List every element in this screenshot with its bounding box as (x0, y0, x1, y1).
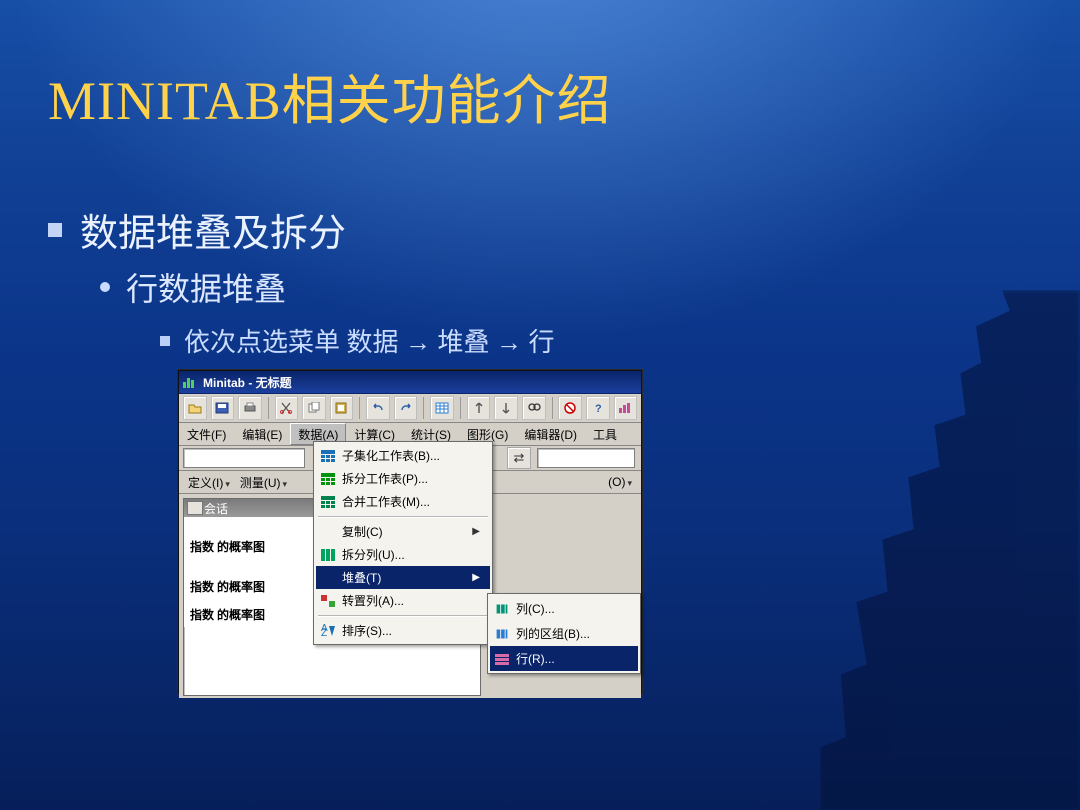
value-box[interactable] (537, 448, 635, 468)
arrow-up-button[interactable] (467, 396, 491, 420)
find-button[interactable] (522, 396, 546, 420)
merge-worksheet-icon (320, 494, 336, 510)
split-column-icon (320, 547, 336, 563)
submenu-item-rows[interactable]: 行(R)... (490, 646, 638, 671)
minitab-window: Minitab - 无标题 ? 文件(F) 编辑(E) (178, 370, 642, 694)
define-dropdown[interactable]: 定义(I)▾ (183, 471, 235, 494)
bullet-level-3: 依次点选菜单 数据 → 堆叠 → 行 (160, 322, 555, 359)
print-button[interactable] (238, 396, 262, 420)
submenu-label: 列(C)... (516, 600, 555, 617)
menuitem-label: 堆叠(T) (342, 569, 381, 586)
arrow-down-button[interactable] (494, 396, 518, 420)
arrow-icon: → (496, 327, 522, 357)
menuitem-label: 子集化工作表(B)... (342, 447, 440, 464)
column-blocks-icon (494, 626, 510, 642)
stack-submenu: 列(C)... 列的区组(B)... 行(R)... (487, 593, 641, 674)
swap-button[interactable]: ⇄ (507, 447, 531, 469)
worksheet-button[interactable] (430, 396, 454, 420)
toolbar-separator (552, 397, 553, 419)
open-button[interactable] (183, 396, 207, 420)
bullet1-text: 数据堆叠及拆分 (80, 202, 346, 257)
menu-separator (318, 516, 488, 517)
measure-dropdown[interactable]: 测量(U)▾ (235, 471, 292, 494)
copy-button[interactable] (302, 396, 326, 420)
dot-bullet-icon (100, 282, 110, 292)
titlebar[interactable]: Minitab - 无标题 (179, 371, 641, 394)
paste-button[interactable] (330, 396, 354, 420)
data-menu-dropdown: 子集化工作表(B)... 拆分工作表(P)... 合并工作表(M)... 复制(… (313, 441, 493, 645)
stop-button[interactable] (558, 396, 582, 420)
menuitem-label: 合并工作表(M)... (342, 493, 430, 510)
toolbar-separator (423, 397, 424, 419)
menuitem-copy[interactable]: 复制(C) ▶ (316, 520, 490, 543)
menu-edit[interactable]: 编辑(E) (234, 423, 290, 445)
help-button[interactable]: ? (586, 396, 610, 420)
menu-file[interactable]: 文件(F) (179, 423, 234, 445)
menuitem-sort[interactable]: 排序(S)... (316, 619, 490, 642)
menuitem-stack[interactable]: 堆叠(T) ▶ (316, 566, 490, 589)
name-box[interactable] (183, 448, 305, 468)
svg-text:?: ? (595, 403, 602, 414)
arrow-icon: → (405, 327, 431, 357)
menuitem-merge-worksheet[interactable]: 合并工作表(M)... (316, 490, 490, 513)
rows-icon (494, 651, 510, 667)
toolbar-separator (268, 397, 269, 419)
submenu-arrow-icon: ▶ (472, 526, 480, 537)
blank-icon (320, 524, 336, 540)
submenu-arrow-icon: ▶ (472, 572, 480, 583)
toolbar: ? (179, 394, 641, 423)
toolbar-separator (359, 397, 360, 419)
split-worksheet-icon (320, 471, 336, 487)
chart-button[interactable] (614, 396, 638, 420)
menuitem-split-worksheet[interactable]: 拆分工作表(P)... (316, 467, 490, 490)
undo-button[interactable] (366, 396, 390, 420)
menuitem-subset-worksheet[interactable]: 子集化工作表(B)... (316, 444, 490, 467)
bullet3-text: 依次点选菜单 数据 → 堆叠 → 行 (184, 322, 555, 359)
subset-icon (320, 448, 336, 464)
slide: MINITAB相关功能介绍 数据堆叠及拆分 行数据堆叠 依次点选菜单 数据 → … (0, 0, 1080, 810)
submenu-item-column-blocks[interactable]: 列的区组(B)... (490, 621, 638, 646)
square-bullet-small-icon (160, 336, 170, 346)
menuitem-label: 拆分列(U)... (342, 546, 405, 563)
sort-icon (320, 623, 336, 639)
background-silhouette (820, 290, 1080, 810)
menu-tools[interactable]: 工具 (585, 423, 625, 445)
blank-icon (320, 570, 336, 586)
bullet3-prefix: 依次点选菜单 数据 (184, 328, 405, 357)
menuitem-label: 排序(S)... (342, 622, 392, 639)
submenu-item-columns[interactable]: 列(C)... (490, 596, 638, 621)
bullet-level-2: 行数据堆叠 (100, 264, 286, 310)
bullet3-suffix: 行 (522, 328, 555, 357)
menuitem-transpose[interactable]: 转置列(A)... (316, 589, 490, 612)
submenu-label: 列的区组(B)... (516, 625, 590, 642)
menuitem-label: 转置列(A)... (342, 592, 404, 609)
session-icon (187, 501, 203, 515)
menu-separator (318, 615, 488, 616)
minitab-app-icon (183, 376, 197, 388)
menu-editor[interactable]: 编辑器(D) (516, 423, 585, 445)
menuitem-split-column[interactable]: 拆分列(U)... (316, 543, 490, 566)
redo-button[interactable] (394, 396, 418, 420)
submenu-label: 行(R)... (516, 650, 555, 667)
window-title: Minitab - 无标题 (203, 374, 292, 391)
slide-title: MINITAB相关功能介绍 (48, 56, 612, 135)
save-button[interactable] (211, 396, 235, 420)
toolbar-separator (460, 397, 461, 419)
transpose-icon (320, 593, 336, 609)
bullet-level-1: 数据堆叠及拆分 (48, 202, 346, 257)
extra-dropdown[interactable]: (O)▾ (603, 472, 637, 492)
session-title-text: 会话 (204, 500, 228, 517)
square-bullet-icon (48, 223, 62, 237)
bullet3-mid: 堆叠 (431, 328, 496, 357)
menuitem-label: 复制(C) (342, 523, 383, 540)
columns-icon (494, 601, 510, 617)
menuitem-label: 拆分工作表(P)... (342, 470, 428, 487)
bullet2-text: 行数据堆叠 (126, 264, 286, 310)
cut-button[interactable] (275, 396, 299, 420)
